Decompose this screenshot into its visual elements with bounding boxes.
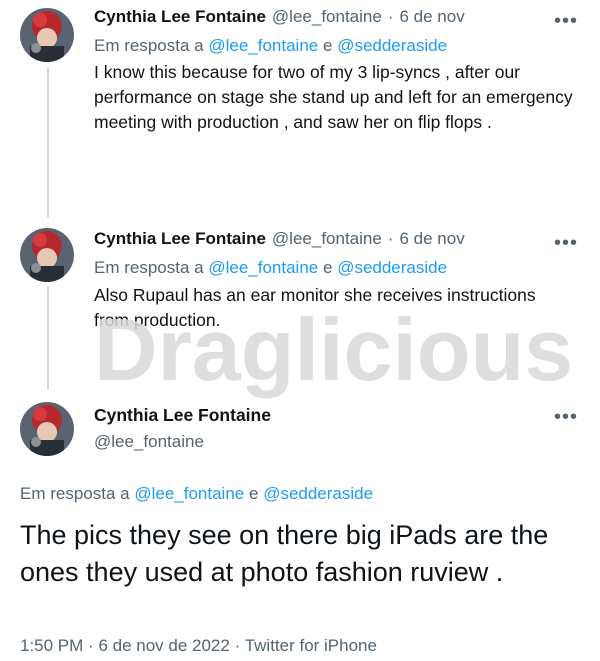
reply-joiner: e [322,36,333,55]
mention-link[interactable]: @sedderaside [263,484,373,503]
avatar[interactable] [20,228,74,282]
tweet-date[interactable]: 6 de nov [400,7,465,27]
avatar[interactable] [20,8,74,62]
main-tweet-text: The pics they see on there big iPads are… [20,520,549,587]
separator: · [88,636,94,655]
mention-link[interactable]: @sedderaside [337,258,447,277]
avatar[interactable] [20,402,74,456]
mention-link[interactable]: @lee_fontaine [134,484,244,503]
separator: · [234,636,241,655]
separator: · [387,229,394,248]
tweet-header: Cynthia Lee Fontaine @lee_fontaine · 6 d… [94,7,465,27]
author-name[interactable]: Cynthia Lee Fontaine [94,229,266,249]
reply-joiner: e [248,484,259,503]
tweet-metadata: 1:50 PM · 6 de nov de 2022 · Twitter for… [20,636,377,656]
tweet-time[interactable]: 1:50 PM [20,636,83,655]
reply-context: Em resposta a @lee_fontaine e @sedderasi… [94,36,447,56]
author-handle[interactable]: @lee_fontaine [94,432,204,452]
more-horizontal-icon[interactable]: ••• [554,11,578,31]
tweet-date[interactable]: 6 de nov [400,229,465,249]
thread-line [47,286,49,390]
reply-prefix: Em resposta a [94,36,204,55]
mention-link[interactable]: @sedderaside [337,36,447,55]
reply-prefix: Em resposta a [94,258,204,277]
reply-context: Em resposta a @lee_fontaine e @sedderasi… [94,258,447,278]
reply-context: Em resposta a @lee_fontaine e @sedderasi… [20,484,373,504]
tweet-text: I know this because for two of my 3 lip-… [94,62,573,132]
author-handle[interactable]: @lee_fontaine [272,229,382,249]
separator: · [387,7,394,26]
tweet-header: Cynthia Lee Fontaine @lee_fontaine · 6 d… [94,229,465,249]
author-name[interactable]: Cynthia Lee Fontaine [94,7,266,27]
author-name[interactable]: Cynthia Lee Fontaine [94,405,271,426]
more-horizontal-icon[interactable]: ••• [554,407,578,427]
mention-link[interactable]: @lee_fontaine [208,36,318,55]
thread-line [47,68,49,218]
more-horizontal-icon[interactable]: ••• [554,233,578,253]
reply-prefix: Em resposta a [20,484,130,503]
mention-link[interactable]: @lee_fontaine [208,258,318,277]
author-handle[interactable]: @lee_fontaine [272,7,382,27]
tweet-full-date[interactable]: 6 de nov de 2022 [98,636,229,655]
tweet-source[interactable]: Twitter for iPhone [245,636,377,655]
tweet-text: Also Rupaul has an ear monitor she recei… [94,285,536,330]
reply-joiner: e [322,258,333,277]
